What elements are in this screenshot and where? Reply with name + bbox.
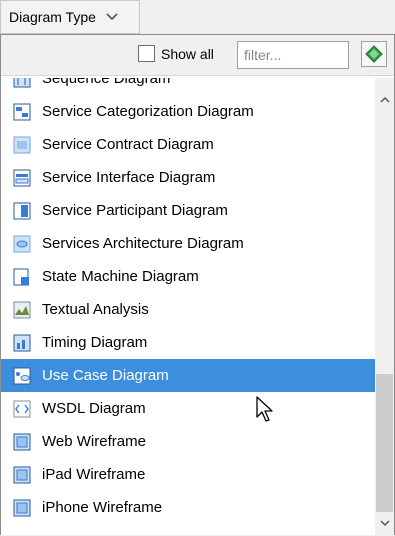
list-item-label: Web Wireframe [42, 433, 146, 450]
list-item[interactable]: WSDL Diagram [1, 392, 375, 425]
list-item-label: Service Categorization Diagram [42, 103, 254, 120]
green-diamond-icon[interactable] [361, 41, 387, 67]
chevron-down-icon [106, 10, 118, 24]
diagram-type-dropdown[interactable]: Diagram Type [0, 0, 140, 34]
use-case-icon [13, 367, 31, 384]
show-all-checkbox[interactable]: Show all [138, 45, 214, 62]
diagram-type-label: Diagram Type [9, 9, 96, 25]
list-item[interactable]: Service Participant Diagram [1, 194, 375, 227]
list-item[interactable]: State Machine Diagram [1, 260, 375, 293]
checkbox-icon[interactable] [138, 45, 155, 62]
list-item[interactable]: iPhone Wireframe [1, 491, 375, 524]
list-item[interactable]: Service Categorization Diagram [1, 95, 375, 128]
filter-input[interactable] [237, 41, 349, 69]
list-item-label: Textual Analysis [42, 301, 149, 318]
list-item-label: Services Architecture Diagram [42, 235, 244, 252]
list-item[interactable]: Service Interface Diagram [1, 161, 375, 194]
service-categorization-icon [13, 103, 31, 120]
list-item[interactable]: Services Architecture Diagram [1, 227, 375, 260]
service-interface-icon [13, 169, 31, 186]
list-item-label: Use Case Diagram [42, 367, 169, 384]
services-architecture-icon [13, 235, 31, 252]
list-item-label: Service Interface Diagram [42, 169, 216, 186]
list-item-label: State Machine Diagram [42, 268, 199, 285]
list-item[interactable]: Timing Diagram [1, 326, 375, 359]
list-item-label: iPad Wireframe [42, 466, 146, 483]
state-machine-icon [13, 268, 29, 285]
wsdl-icon [13, 400, 31, 417]
list-item-label: Service Participant Diagram [42, 202, 228, 219]
service-contract-icon [13, 136, 31, 153]
list-item[interactable]: Use Case Diagram [1, 359, 375, 392]
textual-analysis-icon [13, 301, 31, 318]
filter-toolbar: Show all [1, 35, 394, 76]
web-wireframe-icon [13, 433, 31, 450]
diagram-type-list: Sequence Diagram Service Categorization D… [1, 78, 375, 536]
scroll-down-icon[interactable] [380, 518, 390, 530]
list-item[interactable]: Service Contract Diagram [1, 128, 375, 161]
service-participant-icon [13, 202, 31, 219]
list-item-label: WSDL Diagram [42, 400, 146, 417]
timing-diagram-icon [13, 334, 31, 351]
list-item-label: Timing Diagram [42, 334, 148, 351]
list-item[interactable]: iPad Wireframe [1, 458, 375, 491]
list-item-label: Sequence Diagram [42, 78, 171, 87]
list-item[interactable]: Web Wireframe [1, 425, 375, 458]
vertical-scrollbar[interactable] [375, 78, 394, 536]
list-item-label: Service Contract Diagram [42, 136, 214, 153]
list-item[interactable]: Sequence Diagram [1, 78, 375, 95]
scroll-up-icon[interactable] [380, 94, 390, 106]
scrollbar-thumb[interactable] [376, 374, 393, 512]
ipad-wireframe-icon [13, 466, 31, 483]
diagram-type-panel: Show all Sequence Diagram Service Categor… [0, 34, 395, 536]
show-all-label: Show all [161, 45, 214, 62]
list-item-label: iPhone Wireframe [42, 499, 163, 516]
list-item[interactable]: Textual Analysis [1, 293, 375, 326]
sequence-diagram-icon [13, 78, 31, 87]
iphone-wireframe-icon [13, 499, 31, 516]
